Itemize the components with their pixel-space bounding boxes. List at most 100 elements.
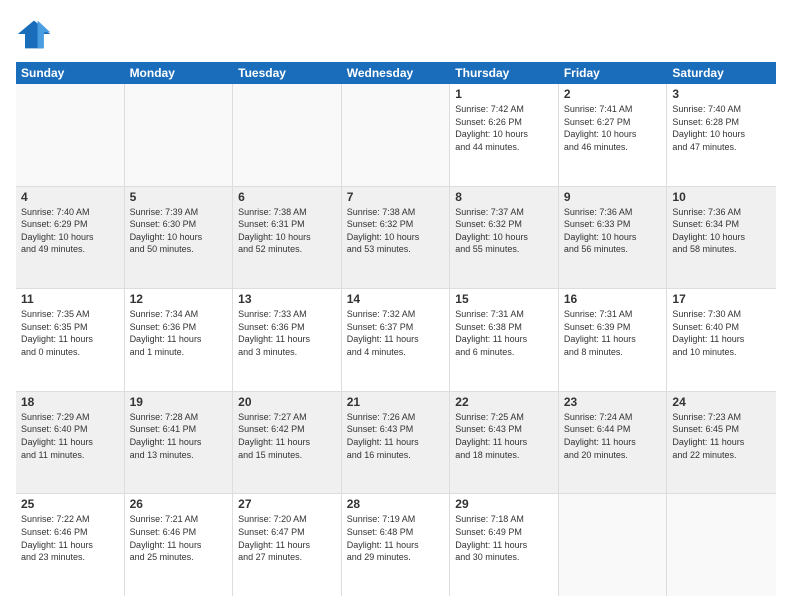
day-number: 17 — [672, 292, 771, 306]
cell-info: Sunrise: 7:26 AMSunset: 6:43 PMDaylight:… — [347, 411, 445, 461]
day-number: 14 — [347, 292, 445, 306]
day-number: 4 — [21, 190, 119, 204]
day-number: 26 — [130, 497, 228, 511]
cal-cell-1-7: 3 Sunrise: 7:40 AMSunset: 6:28 PMDaylight… — [667, 84, 776, 186]
cal-cell-1-4 — [342, 84, 451, 186]
cell-info: Sunrise: 7:31 AMSunset: 6:39 PMDaylight:… — [564, 308, 662, 358]
cal-cell-5-6 — [559, 494, 668, 596]
day-number: 10 — [672, 190, 771, 204]
cal-cell-2-4: 7 Sunrise: 7:38 AMSunset: 6:32 PMDaylight… — [342, 187, 451, 289]
cell-info: Sunrise: 7:21 AMSunset: 6:46 PMDaylight:… — [130, 513, 228, 563]
cal-week-1: 1 Sunrise: 7:42 AMSunset: 6:26 PMDaylight… — [16, 84, 776, 187]
cell-info: Sunrise: 7:36 AMSunset: 6:34 PMDaylight:… — [672, 206, 771, 256]
cal-cell-3-1: 11 Sunrise: 7:35 AMSunset: 6:35 PMDayligh… — [16, 289, 125, 391]
cell-info: Sunrise: 7:33 AMSunset: 6:36 PMDaylight:… — [238, 308, 336, 358]
cal-cell-4-4: 21 Sunrise: 7:26 AMSunset: 6:43 PMDayligh… — [342, 392, 451, 494]
cell-info: Sunrise: 7:28 AMSunset: 6:41 PMDaylight:… — [130, 411, 228, 461]
cal-week-2: 4Sunrise: 7:40 AMSunset: 6:29 PMDaylight… — [16, 187, 776, 290]
day-header-tuesday: Tuesday — [233, 62, 342, 84]
day-number: 22 — [455, 395, 553, 409]
cal-cell-3-5: 15Sunrise: 7:31 AMSunset: 6:38 PMDayligh… — [450, 289, 559, 391]
cal-week-5: 25 Sunrise: 7:22 AMSunset: 6:46 PMDayligh… — [16, 494, 776, 596]
day-number: 13 — [238, 292, 336, 306]
logo-icon — [16, 16, 52, 52]
cell-info: Sunrise: 7:29 AMSunset: 6:40 PMDaylight:… — [21, 411, 119, 461]
page: SundayMondayTuesdayWednesdayThursdayFrid… — [0, 0, 792, 612]
cal-cell-3-3: 13 Sunrise: 7:33 AMSunset: 6:36 PMDayligh… — [233, 289, 342, 391]
cell-info: Sunrise: 7:19 AMSunset: 6:48 PMDaylight:… — [347, 513, 445, 563]
cell-info: Sunrise: 7:18 AMSunset: 6:49 PMDaylight:… — [455, 513, 553, 563]
day-number: 6 — [238, 190, 336, 204]
day-number: 1 — [455, 87, 553, 101]
day-number: 18 — [21, 395, 119, 409]
cal-cell-5-5: 29 Sunrise: 7:18 AMSunset: 6:49 PMDayligh… — [450, 494, 559, 596]
cal-cell-5-3: 27 Sunrise: 7:20 AMSunset: 6:47 PMDayligh… — [233, 494, 342, 596]
day-number: 25 — [21, 497, 119, 511]
cal-cell-1-1 — [16, 84, 125, 186]
day-number: 9 — [564, 190, 662, 204]
cal-cell-3-6: 16Sunrise: 7:31 AMSunset: 6:39 PMDayligh… — [559, 289, 668, 391]
day-header-monday: Monday — [125, 62, 234, 84]
cal-cell-2-1: 4Sunrise: 7:40 AMSunset: 6:29 PMDaylight… — [16, 187, 125, 289]
cal-week-3: 11 Sunrise: 7:35 AMSunset: 6:35 PMDayligh… — [16, 289, 776, 392]
cal-cell-5-7 — [667, 494, 776, 596]
cal-cell-5-1: 25 Sunrise: 7:22 AMSunset: 6:46 PMDayligh… — [16, 494, 125, 596]
logo — [16, 16, 56, 52]
calendar-body: 1 Sunrise: 7:42 AMSunset: 6:26 PMDaylight… — [16, 84, 776, 596]
cell-info: Sunrise: 7:24 AMSunset: 6:44 PMDaylight:… — [564, 411, 662, 461]
cal-cell-3-4: 14Sunrise: 7:32 AMSunset: 6:37 PMDayligh… — [342, 289, 451, 391]
cal-cell-4-5: 22Sunrise: 7:25 AMSunset: 6:43 PMDayligh… — [450, 392, 559, 494]
cal-cell-4-7: 24 Sunrise: 7:23 AMSunset: 6:45 PMDayligh… — [667, 392, 776, 494]
header — [16, 16, 776, 52]
day-number: 11 — [21, 292, 119, 306]
cal-cell-1-2 — [125, 84, 234, 186]
cal-cell-5-4: 28 Sunrise: 7:19 AMSunset: 6:48 PMDayligh… — [342, 494, 451, 596]
day-number: 29 — [455, 497, 553, 511]
cal-cell-2-3: 6 Sunrise: 7:38 AMSunset: 6:31 PMDaylight… — [233, 187, 342, 289]
cell-info: Sunrise: 7:38 AMSunset: 6:32 PMDaylight:… — [347, 206, 445, 256]
cell-info: Sunrise: 7:42 AMSunset: 6:26 PMDaylight:… — [455, 103, 553, 153]
cell-info: Sunrise: 7:37 AMSunset: 6:32 PMDaylight:… — [455, 206, 553, 256]
cal-cell-1-6: 2Sunrise: 7:41 AMSunset: 6:27 PMDaylight… — [559, 84, 668, 186]
day-number: 24 — [672, 395, 771, 409]
day-header-sunday: Sunday — [16, 62, 125, 84]
cell-info: Sunrise: 7:20 AMSunset: 6:47 PMDaylight:… — [238, 513, 336, 563]
cell-info: Sunrise: 7:34 AMSunset: 6:36 PMDaylight:… — [130, 308, 228, 358]
cal-cell-2-5: 8 Sunrise: 7:37 AMSunset: 6:32 PMDaylight… — [450, 187, 559, 289]
cell-info: Sunrise: 7:36 AMSunset: 6:33 PMDaylight:… — [564, 206, 662, 256]
cell-info: Sunrise: 7:38 AMSunset: 6:31 PMDaylight:… — [238, 206, 336, 256]
day-number: 23 — [564, 395, 662, 409]
cal-cell-4-2: 19 Sunrise: 7:28 AMSunset: 6:41 PMDayligh… — [125, 392, 234, 494]
day-number: 8 — [455, 190, 553, 204]
cell-info: Sunrise: 7:22 AMSunset: 6:46 PMDaylight:… — [21, 513, 119, 563]
day-number: 28 — [347, 497, 445, 511]
cal-cell-2-6: 9 Sunrise: 7:36 AMSunset: 6:33 PMDaylight… — [559, 187, 668, 289]
day-header-saturday: Saturday — [667, 62, 776, 84]
day-header-friday: Friday — [559, 62, 668, 84]
cal-cell-5-2: 26 Sunrise: 7:21 AMSunset: 6:46 PMDayligh… — [125, 494, 234, 596]
cell-info: Sunrise: 7:27 AMSunset: 6:42 PMDaylight:… — [238, 411, 336, 461]
day-number: 20 — [238, 395, 336, 409]
cal-cell-1-5: 1 Sunrise: 7:42 AMSunset: 6:26 PMDaylight… — [450, 84, 559, 186]
cal-cell-4-1: 18 Sunrise: 7:29 AMSunset: 6:40 PMDayligh… — [16, 392, 125, 494]
day-number: 27 — [238, 497, 336, 511]
cell-info: Sunrise: 7:23 AMSunset: 6:45 PMDaylight:… — [672, 411, 771, 461]
cell-info: Sunrise: 7:35 AMSunset: 6:35 PMDaylight:… — [21, 308, 119, 358]
calendar: SundayMondayTuesdayWednesdayThursdayFrid… — [16, 62, 776, 596]
cell-info: Sunrise: 7:40 AMSunset: 6:28 PMDaylight:… — [672, 103, 771, 153]
day-number: 12 — [130, 292, 228, 306]
day-number: 5 — [130, 190, 228, 204]
cal-cell-2-2: 5 Sunrise: 7:39 AMSunset: 6:30 PMDaylight… — [125, 187, 234, 289]
cal-cell-4-3: 20 Sunrise: 7:27 AMSunset: 6:42 PMDayligh… — [233, 392, 342, 494]
cell-info: Sunrise: 7:39 AMSunset: 6:30 PMDaylight:… — [130, 206, 228, 256]
cal-week-4: 18 Sunrise: 7:29 AMSunset: 6:40 PMDayligh… — [16, 392, 776, 495]
cal-cell-1-3 — [233, 84, 342, 186]
cal-cell-2-7: 10 Sunrise: 7:36 AMSunset: 6:34 PMDayligh… — [667, 187, 776, 289]
day-number: 21 — [347, 395, 445, 409]
cell-info: Sunrise: 7:30 AMSunset: 6:40 PMDaylight:… — [672, 308, 771, 358]
cell-info: Sunrise: 7:31 AMSunset: 6:38 PMDaylight:… — [455, 308, 553, 358]
day-number: 19 — [130, 395, 228, 409]
day-number: 3 — [672, 87, 771, 101]
day-number: 7 — [347, 190, 445, 204]
day-header-thursday: Thursday — [450, 62, 559, 84]
